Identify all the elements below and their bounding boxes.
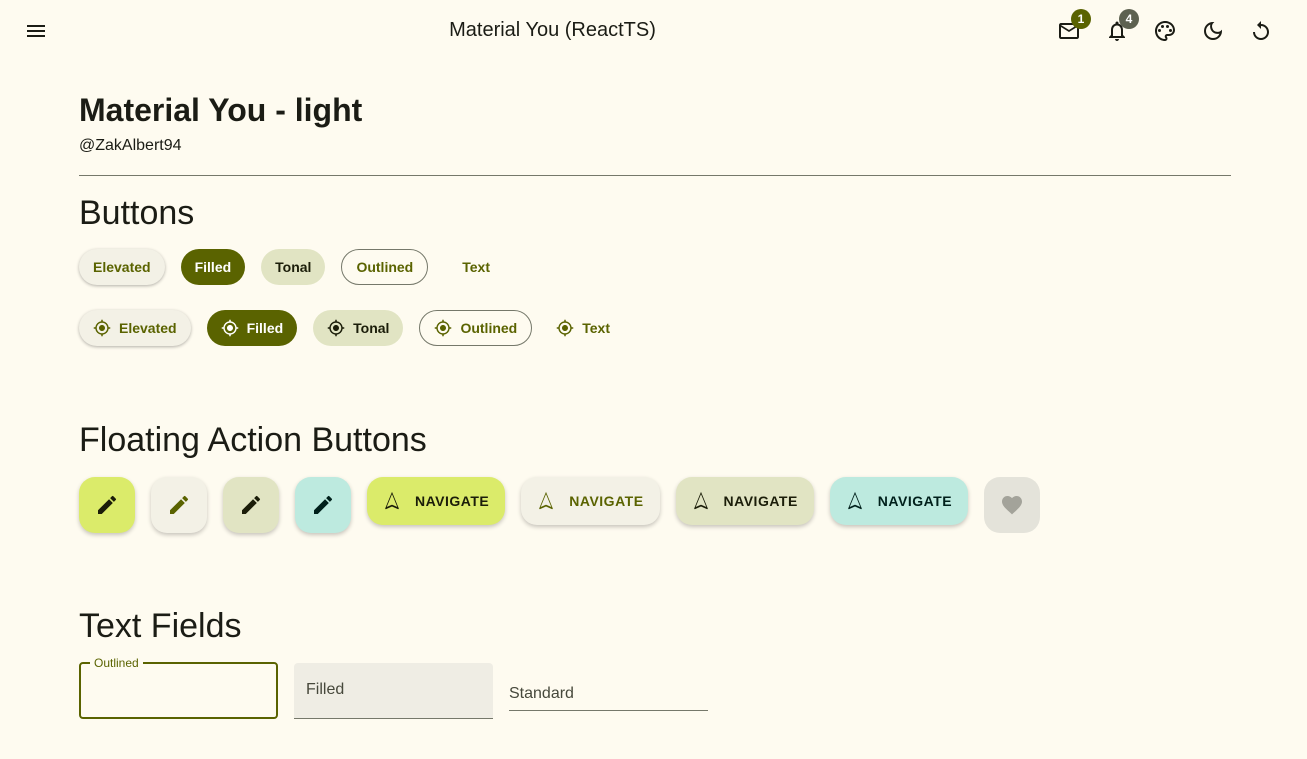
heart-icon xyxy=(1002,496,1023,515)
elevated-icon-button-label: Elevated xyxy=(119,320,177,336)
pencil-icon xyxy=(98,495,117,514)
navigation-icon xyxy=(693,491,708,510)
navigation-icon xyxy=(539,491,554,510)
standard-text-field[interactable]: Standard xyxy=(509,680,708,711)
fab-primary[interactable] xyxy=(79,477,135,533)
notifications-button[interactable]: 4 xyxy=(1097,9,1139,51)
buttons-section-title: Buttons xyxy=(79,194,195,232)
outlined-icon-button[interactable]: Outlined xyxy=(419,310,533,346)
text-fields-section-title: Text Fields xyxy=(79,607,242,645)
filled-icon-button[interactable]: Filled xyxy=(206,310,298,346)
extended-fab-primary[interactable]: NAVIGATE xyxy=(367,477,506,525)
buttons-row-text: Elevated Filled Tonal Outlined Text xyxy=(79,249,508,285)
extended-fab-label: NAVIGATE xyxy=(415,493,490,509)
gps-fixed-icon xyxy=(93,319,111,337)
standard-field-label: Standard xyxy=(509,685,574,702)
text-icon-button-label: Text xyxy=(582,320,610,336)
filled-text-field[interactable]: Filled xyxy=(294,663,493,719)
navigation-icon xyxy=(385,491,399,510)
buttons-row-icon: Elevated Filled Tonal Outlined Text xyxy=(79,310,618,346)
fab-secondary[interactable] xyxy=(223,477,279,533)
page-title: Material You - light xyxy=(79,92,363,128)
mail-badge: 1 xyxy=(1071,9,1091,29)
extended-fab-label: NAVIGATE xyxy=(877,493,953,509)
outlined-field-label: Outlined xyxy=(90,656,143,670)
elevated-icon-button[interactable]: Elevated xyxy=(79,310,191,346)
tonal-button[interactable]: Tonal xyxy=(261,249,326,285)
extended-fab-label: NAVIGATE xyxy=(723,493,798,509)
app-bar: Material You (ReactTS) 1 4 xyxy=(0,0,1307,62)
page-subtitle: @ZakAlbert94 xyxy=(79,137,182,154)
tonal-icon-button[interactable]: Tonal xyxy=(313,310,404,346)
filled-button[interactable]: Filled xyxy=(180,249,246,285)
pencil-icon xyxy=(314,495,333,514)
fab-tertiary[interactable] xyxy=(295,477,351,533)
filled-icon-button-label: Filled xyxy=(246,320,284,336)
extended-fab-label: NAVIGATE xyxy=(569,493,644,509)
elevated-button[interactable]: Elevated xyxy=(79,249,165,285)
fabs-section-title: Floating Action Buttons xyxy=(79,421,427,459)
text-button[interactable]: Text xyxy=(444,249,508,285)
extended-fab-tertiary[interactable]: NAVIGATE xyxy=(829,477,969,525)
app-title: Material You (ReactTS) xyxy=(449,19,656,41)
tonal-icon-button-label: Tonal xyxy=(353,320,390,336)
fab-disabled xyxy=(984,477,1041,533)
pencil-icon xyxy=(242,495,261,514)
gps-fixed-icon xyxy=(221,319,238,337)
palette-button[interactable] xyxy=(1145,11,1185,51)
reset-button[interactable] xyxy=(1241,11,1281,51)
notifications-badge: 4 xyxy=(1119,9,1139,29)
outlined-text-field[interactable]: Outlined xyxy=(79,656,278,719)
extended-fab-surface[interactable]: NAVIGATE xyxy=(521,477,660,525)
divider xyxy=(79,175,1231,176)
gps-fixed-icon xyxy=(556,319,574,337)
extended-fab-secondary[interactable]: NAVIGATE xyxy=(675,477,814,525)
gps-fixed-icon xyxy=(435,319,452,337)
outlined-icon-button-label: Outlined xyxy=(460,320,518,336)
fab-surface[interactable] xyxy=(151,477,207,533)
pencil-icon xyxy=(170,495,189,514)
refresh-icon xyxy=(1253,21,1269,40)
fabs-row: NAVIGATE NAVIGATE NAVIGATE NAVIGATE xyxy=(79,477,1041,533)
gps-fixed-icon xyxy=(327,319,345,337)
theme-toggle-button[interactable] xyxy=(1193,11,1233,51)
outlined-button[interactable]: Outlined xyxy=(341,249,429,285)
text-icon-button[interactable]: Text xyxy=(548,310,618,346)
navigation-icon xyxy=(847,491,862,510)
palette-icon xyxy=(1155,21,1175,41)
mail-button[interactable]: 1 xyxy=(1049,9,1091,51)
filled-field-label: Filled xyxy=(306,681,345,698)
moon-icon xyxy=(1204,22,1222,40)
